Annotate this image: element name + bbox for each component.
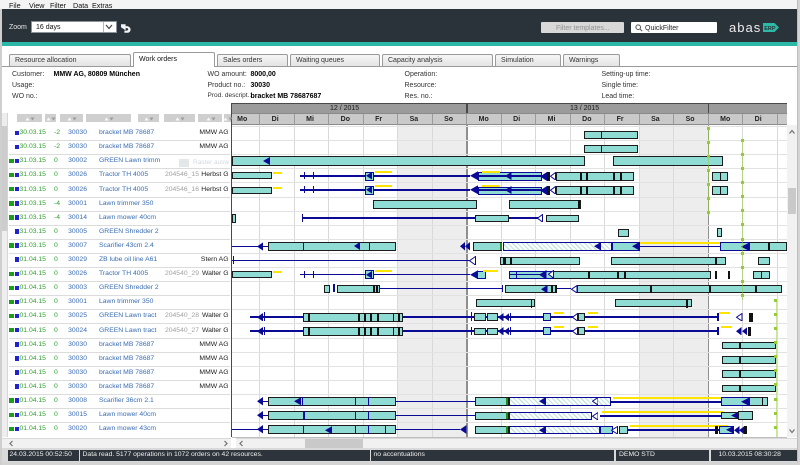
svg-text:ERP: ERP bbox=[764, 26, 776, 32]
